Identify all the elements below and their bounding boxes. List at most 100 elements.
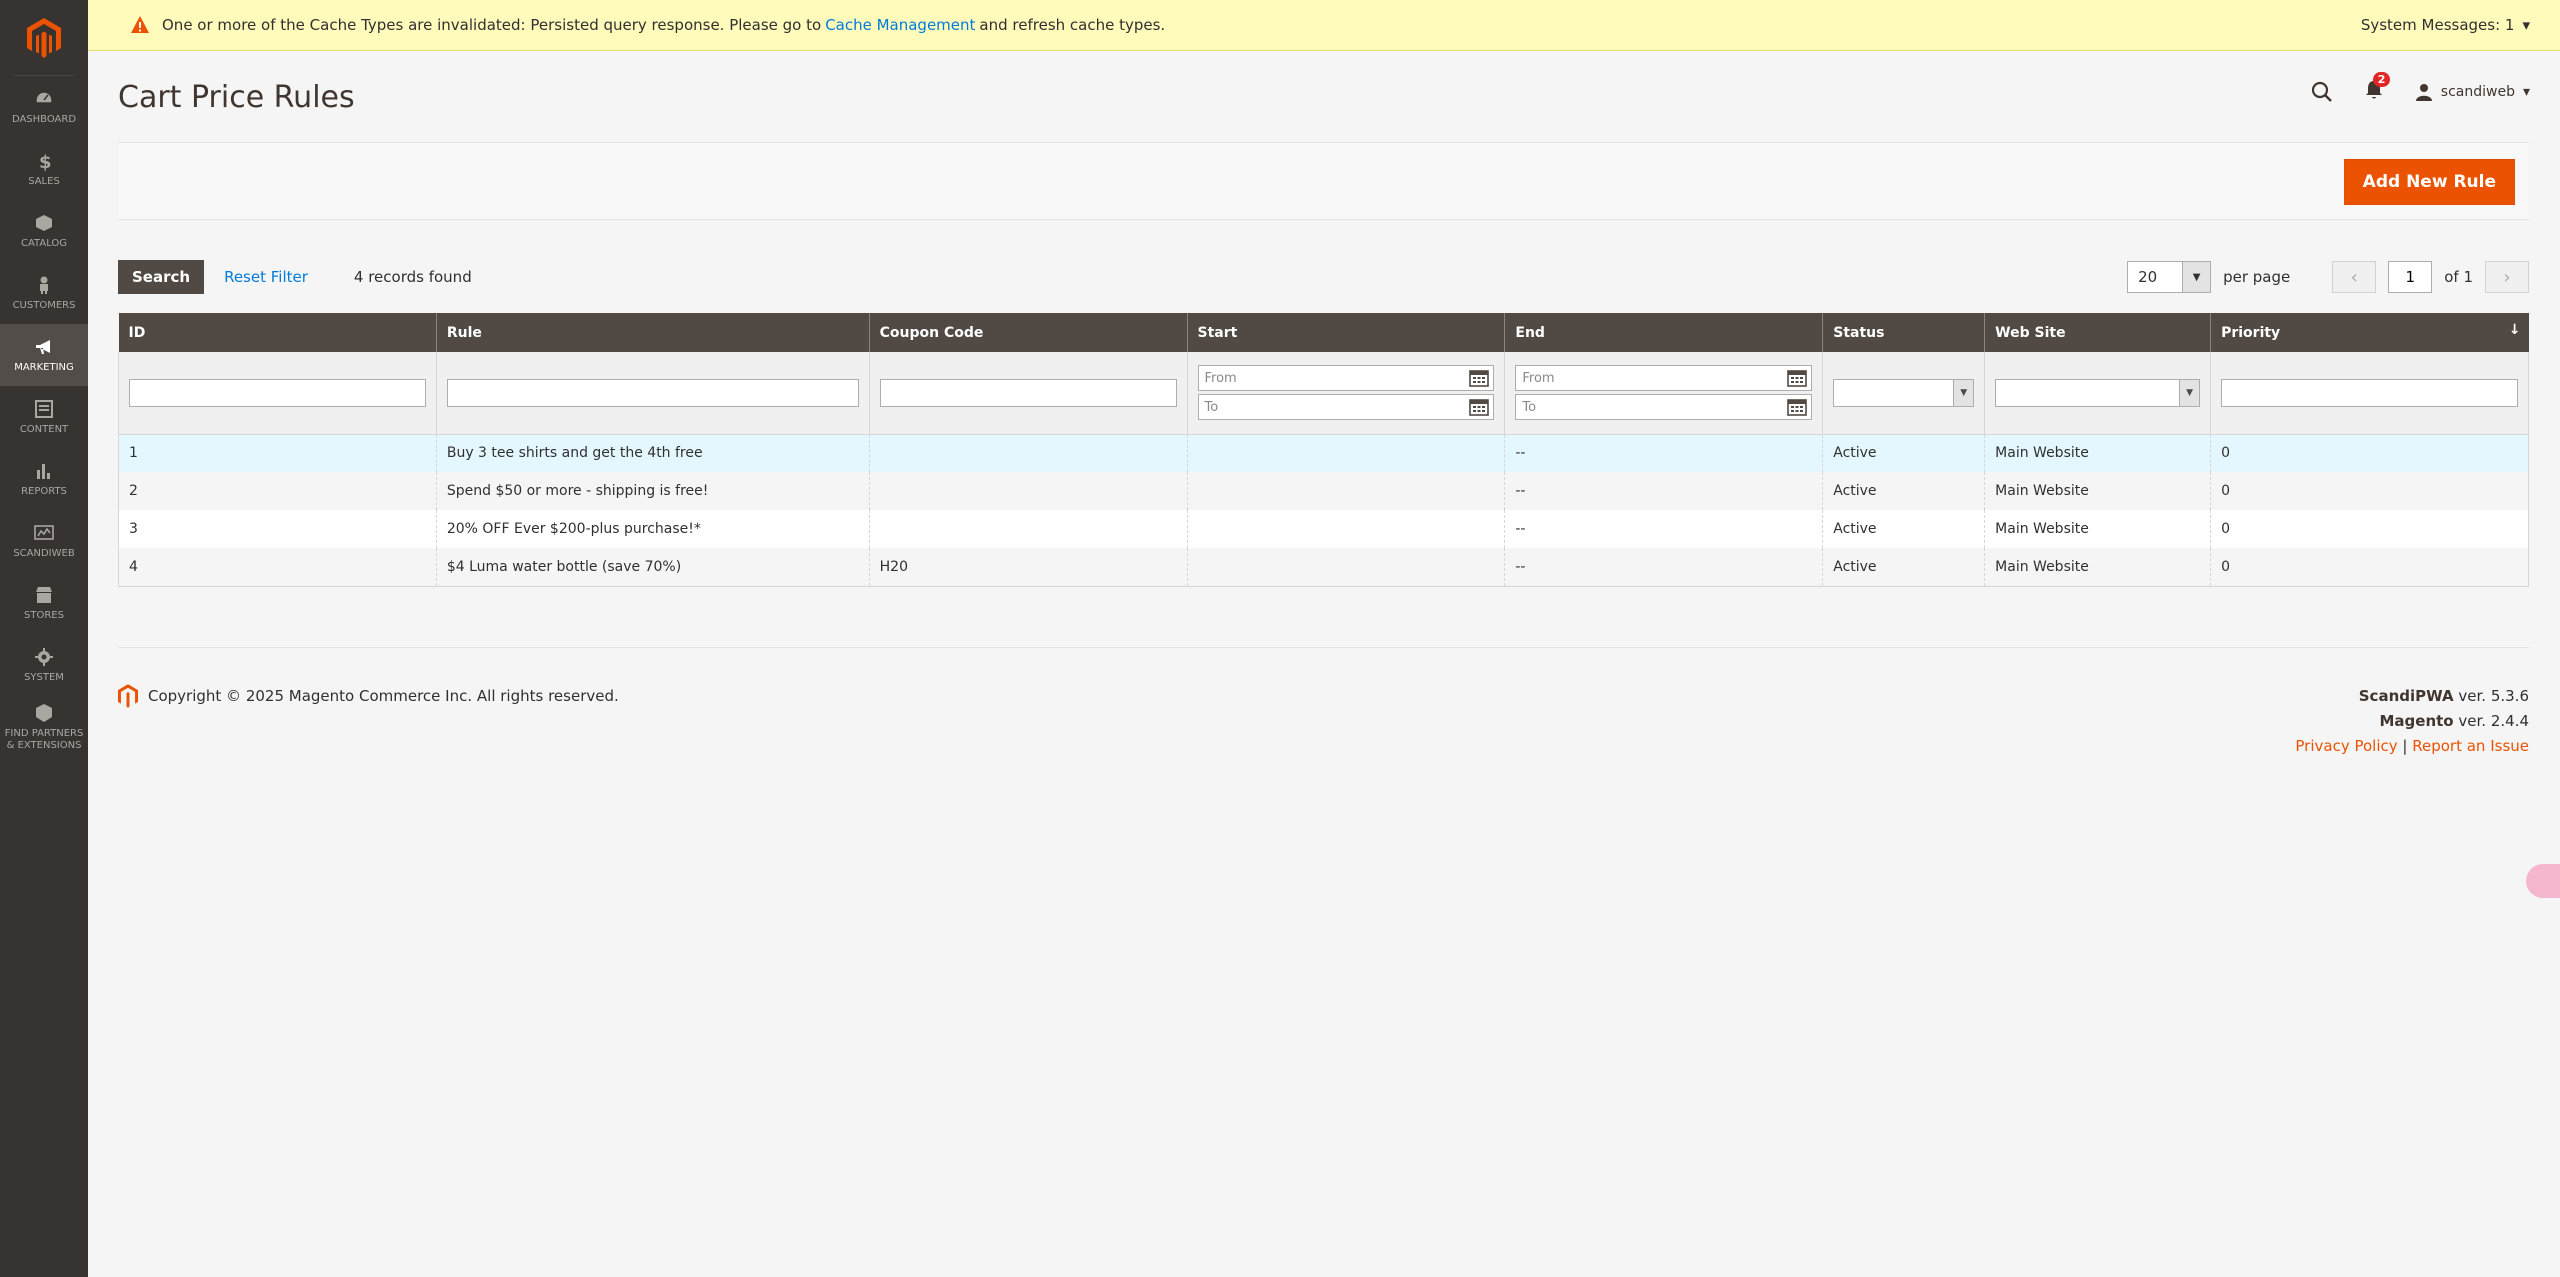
sidebar-item-customers[interactable]: CUSTOMERS [0, 262, 88, 324]
column-header-id[interactable]: ID [118, 313, 437, 352]
calendar-icon[interactable] [1468, 368, 1490, 388]
cell-rule: Spend $50 or more - shipping is free! [436, 472, 870, 510]
page-count: of 1 [2444, 268, 2473, 286]
prev-page-button[interactable]: ‹ [2332, 261, 2377, 293]
system-messages-toggle[interactable]: System Messages: 1 ▾ [2361, 16, 2530, 34]
calendar-icon[interactable] [1786, 397, 1808, 417]
start-from-input[interactable]: From [1197, 365, 1495, 392]
table-row[interactable]: 4 $4 Luma water bottle (save 70%) H20 -- Act… [118, 548, 2529, 587]
column-header-end[interactable]: End [1504, 313, 1824, 352]
column-header-start[interactable]: Start [1187, 313, 1506, 352]
admin-sidebar: DASHBOARD $ SALES CATALOG CUSTOMERS MARKETING… [0, 0, 88, 1277]
start-to-input[interactable]: To [1197, 394, 1495, 421]
cell-priority: 0 [2210, 472, 2529, 510]
per-page-value: 20 [2138, 268, 2158, 286]
system-message-bar: One or more of the Cache Types are inval… [88, 0, 2560, 51]
page-title: Cart Price Rules [118, 80, 355, 115]
store-icon [33, 584, 55, 606]
filter-row: From To From To ▼ ▼ [118, 352, 2529, 435]
column-header-status[interactable]: Status [1822, 313, 1986, 352]
per-page-select[interactable]: 20 ▼ [2127, 261, 2212, 293]
cell-status: Active [1822, 434, 1986, 472]
column-header-priority[interactable]: Priority ↓ [2210, 313, 2529, 352]
website-filter-select[interactable]: ▼ [1995, 378, 2201, 407]
end-to-input[interactable]: To [1515, 394, 1813, 421]
add-new-rule-button[interactable]: Add New Rule [2343, 159, 2515, 205]
cell-coupon [869, 510, 1188, 548]
column-header-website[interactable]: Web Site [1984, 313, 2212, 352]
cell-coupon [869, 434, 1188, 472]
floating-translate-button[interactable] [2526, 864, 2560, 898]
cell-end: -- [1504, 472, 1824, 510]
copyright: Copyright © 2025 Magento Commerce Inc. A… [118, 684, 619, 708]
notifications-button[interactable]: 2 [2365, 72, 2391, 104]
sidebar-item-marketing[interactable]: MARKETING [0, 324, 88, 386]
layout-icon [33, 398, 55, 420]
next-page-button[interactable]: › [2485, 261, 2529, 293]
warning-icon [131, 16, 149, 33]
column-header-coupon-code[interactable]: Coupon Code [869, 313, 1188, 352]
grid-toolbar: Search Reset Filter 4 records found 20 ▼… [118, 260, 2529, 294]
sidebar-item-catalog[interactable]: CATALOG [0, 200, 88, 262]
chevron-down-icon: ▾ [2522, 84, 2530, 100]
privacy-policy-link[interactable]: Privacy Policy [2295, 737, 2397, 755]
chevron-down-icon: ▼ [2179, 379, 2200, 406]
cell-start [1187, 510, 1506, 548]
coupon-filter-input[interactable] [879, 378, 1177, 407]
priority-filter-input[interactable] [2221, 378, 2518, 407]
report-issue-link[interactable]: Report an Issue [2412, 737, 2529, 755]
sidebar-item-label: SCANDIWEB [13, 548, 75, 559]
id-filter-input[interactable] [129, 378, 426, 407]
magento-footer-logo-icon [118, 684, 138, 708]
scandiweb-icon [33, 522, 55, 544]
footer-separator: | [2402, 737, 2408, 755]
chevron-left-icon: ‹ [2350, 266, 2358, 288]
system-message-tail: and refresh cache types. [979, 16, 1166, 34]
chevron-down-icon: ▼ [2182, 262, 2211, 292]
status-filter-select[interactable]: ▼ [1833, 378, 1975, 407]
cell-end: -- [1504, 548, 1824, 587]
rule-filter-input[interactable] [446, 378, 859, 407]
start-to-placeholder: To [1204, 399, 1219, 415]
dashboard-icon [33, 88, 55, 110]
cache-management-link[interactable]: Cache Management [825, 16, 975, 34]
sidebar-item-content[interactable]: CONTENT [0, 386, 88, 448]
dollar-icon: $ [33, 150, 55, 172]
cell-status: Active [1822, 548, 1986, 587]
magento-version: ver. 2.4.4 [2458, 712, 2529, 730]
column-header-rule[interactable]: Rule [436, 313, 870, 352]
svg-text:$: $ [39, 152, 52, 171]
cell-rule: Buy 3 tee shirts and get the 4th free [436, 434, 870, 472]
sidebar-item-find-partners-extensions[interactable]: FIND PARTNERS & EXTENSIONS [0, 696, 88, 758]
user-menu[interactable]: scandiweb ▾ [2415, 83, 2530, 101]
table-row[interactable]: 1 Buy 3 tee shirts and get the 4th free --… [118, 434, 2529, 472]
cell-rule: $4 Luma water bottle (save 70%) [436, 548, 870, 587]
page-number-input[interactable] [2388, 261, 2433, 293]
magento-logo[interactable] [14, 0, 74, 76]
sidebar-item-scandiweb[interactable]: SCANDIWEB [0, 510, 88, 572]
sidebar-item-label: FIND PARTNERS & EXTENSIONS [4, 728, 84, 751]
megaphone-icon [33, 336, 55, 358]
sidebar-item-label: CUSTOMERS [12, 300, 76, 311]
sidebar-item-dashboard[interactable]: DASHBOARD [0, 76, 88, 138]
cell-website: Main Website [1984, 548, 2212, 587]
person-icon [33, 274, 55, 296]
cell-start [1187, 434, 1506, 472]
calendar-icon[interactable] [1786, 368, 1808, 388]
sidebar-item-label: CATALOG [20, 238, 68, 249]
calendar-icon[interactable] [1468, 397, 1490, 417]
reset-filter-link[interactable]: Reset Filter [224, 268, 308, 286]
table-row[interactable]: 2 Spend $50 or more - shipping is free! --… [118, 472, 2529, 510]
sidebar-item-stores[interactable]: STORES [0, 572, 88, 634]
sort-arrow-icon: ↓ [2508, 322, 2521, 338]
sidebar-item-system[interactable]: SYSTEM [0, 634, 88, 696]
end-from-input[interactable]: From [1515, 365, 1813, 392]
sidebar-item-reports[interactable]: REPORTS [0, 448, 88, 510]
scandipwa-version: ver. 5.3.6 [2458, 687, 2529, 705]
search-button[interactable]: Search [118, 260, 205, 294]
sidebar-item-sales[interactable]: $ SALES [0, 138, 88, 200]
magento-logo-icon [27, 17, 61, 58]
table-row[interactable]: 3 20% OFF Ever $200-plus purchase!* -- Acti… [118, 510, 2529, 548]
search-icon[interactable] [2311, 81, 2333, 103]
start-from-placeholder: From [1204, 370, 1237, 386]
